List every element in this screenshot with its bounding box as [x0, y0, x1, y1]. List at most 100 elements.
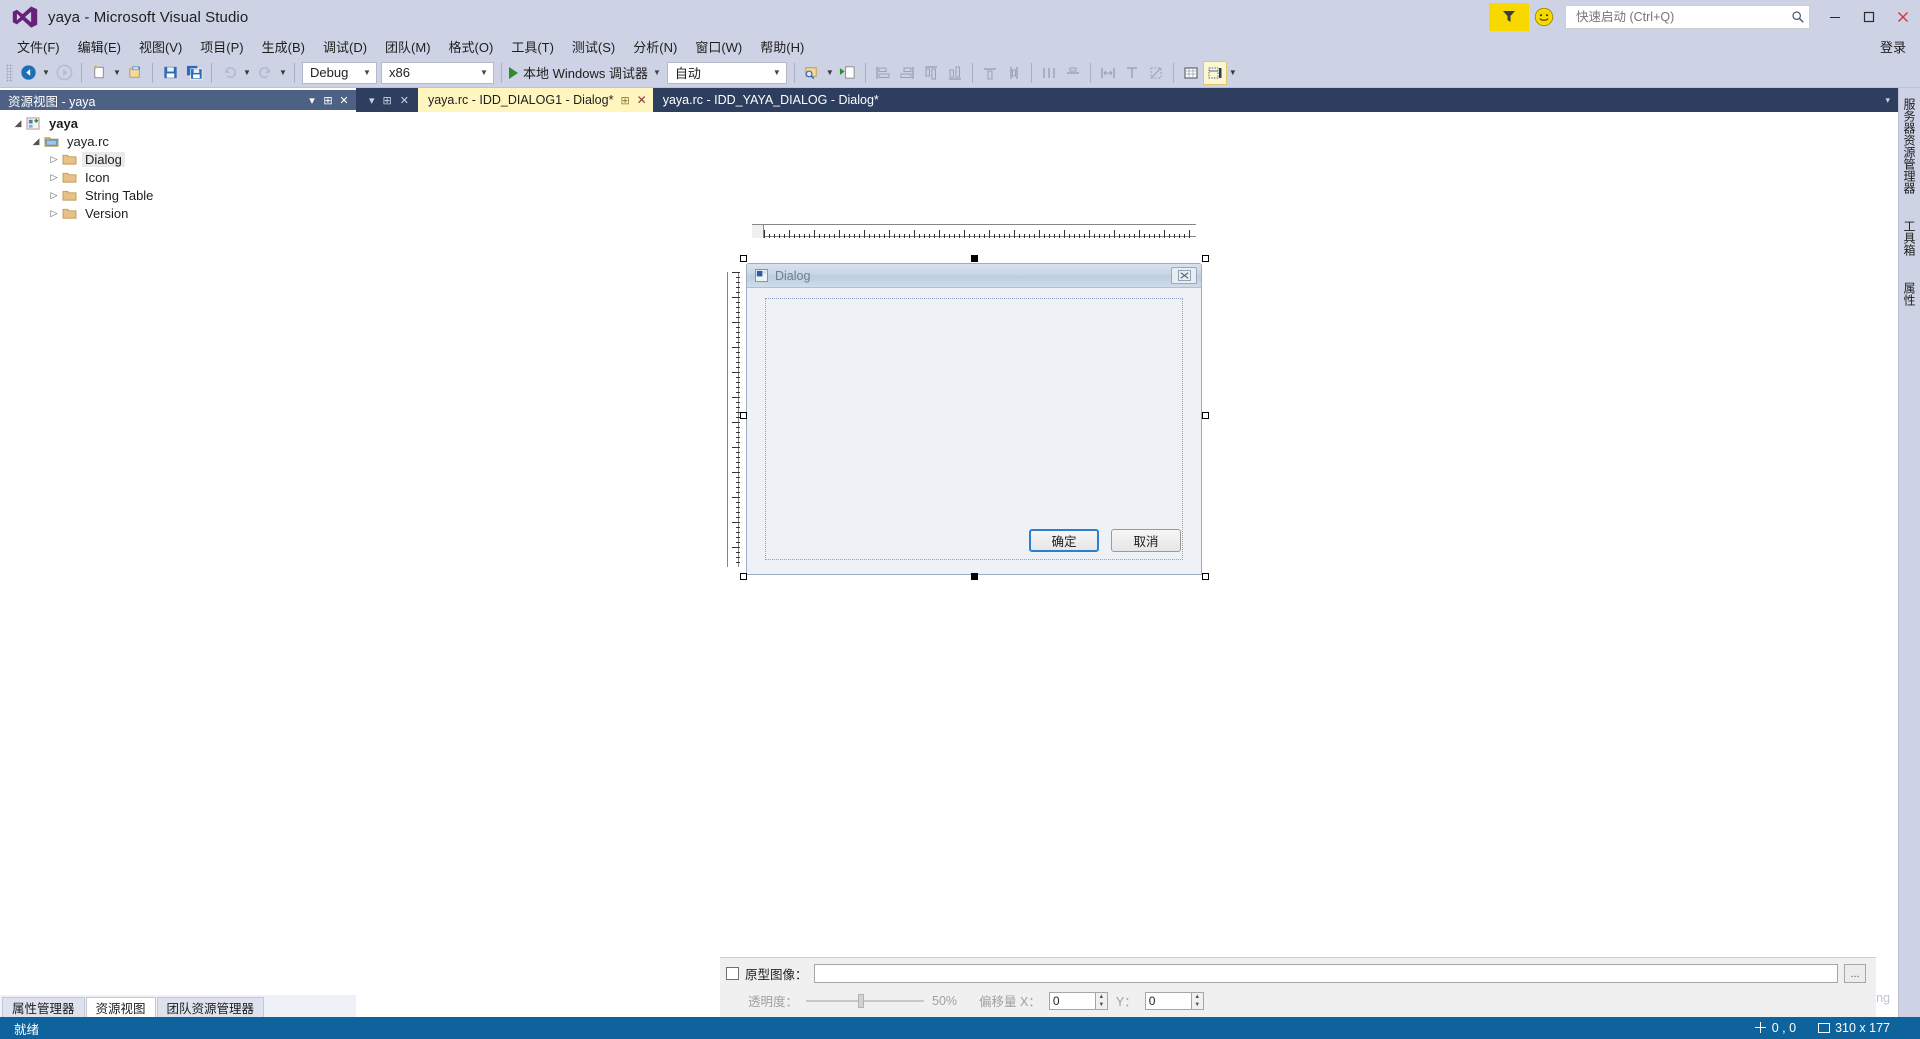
expander-icon[interactable]: ▷: [46, 172, 62, 183]
quick-launch-box[interactable]: [1565, 5, 1810, 29]
spin-down-icon[interactable]: ▼: [1192, 1001, 1203, 1009]
size-to-content-button[interactable]: [1120, 61, 1144, 85]
chevron-down-icon[interactable]: ▾: [304, 92, 320, 108]
menu-team[interactable]: 团队(M): [376, 34, 440, 59]
space-vertically-button[interactable]: [1002, 61, 1026, 85]
menu-tools[interactable]: 工具(T): [502, 34, 563, 59]
offset-x-input[interactable]: [1048, 991, 1095, 1010]
tab-order-button[interactable]: [1202, 60, 1227, 85]
maximize-button[interactable]: [1852, 0, 1886, 34]
dialog-preview[interactable]: Dialog 确定 取消: [746, 263, 1202, 575]
prototype-image-checkbox[interactable]: [726, 967, 739, 980]
offset-y-stepper[interactable]: ▲▼: [1144, 991, 1204, 1010]
expander-icon[interactable]: ◢: [28, 136, 44, 147]
menu-test[interactable]: 测试(S): [563, 34, 624, 59]
space-horizontally-button[interactable]: [1037, 61, 1061, 85]
redo-dropdown[interactable]: ▼: [277, 61, 289, 85]
center-vertically-button[interactable]: [1061, 61, 1085, 85]
tab-resource-view[interactable]: 资源视图: [85, 997, 156, 1017]
tab-property-manager[interactable]: 属性管理器: [2, 997, 85, 1017]
offset-y-input[interactable]: [1144, 991, 1191, 1010]
redo-button[interactable]: [253, 61, 277, 85]
resize-handle-bottom-right[interactable]: [1202, 573, 1209, 580]
chevron-down-icon[interactable]: ▼: [653, 68, 661, 77]
make-same-width-button[interactable]: [1096, 61, 1120, 85]
close-icon[interactable]: ✕: [397, 94, 412, 107]
solution-configuration-combo[interactable]: Debug ▼: [302, 61, 377, 84]
close-icon[interactable]: ✕: [336, 92, 352, 108]
toggle-grid-button[interactable]: [1179, 61, 1203, 85]
menu-window[interactable]: 窗口(W): [686, 34, 751, 59]
menu-build[interactable]: 生成(B): [253, 34, 314, 59]
send-feedback-icon[interactable]: [1533, 6, 1555, 28]
document-tab-idd-dialog1[interactable]: yaya.rc - IDD_DIALOG1 - Dialog* ⊞ ✕: [417, 88, 653, 112]
menu-help[interactable]: 帮助(H): [751, 34, 813, 59]
resize-handle-middle-right[interactable]: [1202, 412, 1209, 419]
close-icon[interactable]: ✕: [637, 93, 647, 107]
pin-icon[interactable]: ⊞: [620, 94, 629, 107]
spin-up-icon[interactable]: ▲: [1192, 993, 1203, 1001]
navigate-back-button[interactable]: [16, 61, 40, 85]
menu-debug[interactable]: 调试(D): [314, 34, 376, 59]
quick-launch-input[interactable]: [1574, 9, 1791, 25]
menu-edit[interactable]: 编辑(E): [69, 34, 130, 59]
tree-item-dialog[interactable]: ▷ Dialog: [0, 150, 356, 168]
tree-item-version[interactable]: ▷ Version: [0, 204, 356, 222]
slider-thumb[interactable]: [858, 993, 865, 1008]
prototype-image-path-input[interactable]: [813, 964, 1838, 983]
expander-icon[interactable]: ▷: [46, 154, 62, 165]
vertical-tab-server-explorer[interactable]: 服务器资源管理器: [1899, 92, 1920, 200]
expander-icon[interactable]: ◢: [10, 118, 26, 129]
align-lefts-button[interactable]: [871, 61, 895, 85]
resize-handle-top-right[interactable]: [1202, 255, 1209, 262]
undo-button[interactable]: [217, 61, 241, 85]
spin-down-icon[interactable]: ▼: [1096, 1001, 1107, 1009]
center-horizontally-button[interactable]: [978, 61, 1002, 85]
resize-handle-bottom-left[interactable]: [740, 573, 747, 580]
menu-analyze[interactable]: 分析(N): [624, 34, 686, 59]
tab-order-dropdown[interactable]: ▼: [1227, 61, 1239, 85]
offset-y-spin-buttons[interactable]: ▲ ▼: [1190, 991, 1204, 1010]
tree-item-icon[interactable]: ▷ Icon: [0, 168, 356, 186]
tree-item-yaya-rc[interactable]: ◢ yaya.rc: [0, 132, 356, 150]
chevron-down-icon[interactable]: ▾: [366, 94, 378, 107]
undo-dropdown[interactable]: ▼: [241, 61, 253, 85]
menu-view[interactable]: 视图(V): [130, 34, 191, 59]
start-debug-window-button[interactable]: [836, 61, 860, 85]
dialog-design-surface[interactable]: Dialog 确定 取消 原型图像： ... 透明度： 50% 偏移量 X： 0…: [356, 112, 1898, 1017]
close-window-button[interactable]: [1886, 0, 1920, 34]
cancel-button[interactable]: 取消: [1111, 529, 1181, 552]
new-item-button[interactable]: [87, 61, 111, 85]
resize-handle-top-center[interactable]: [971, 255, 978, 262]
solution-platform-combo[interactable]: x86 ▼: [381, 61, 494, 84]
sign-in-link[interactable]: 登录: [1880, 37, 1914, 56]
pin-icon[interactable]: ⊞: [320, 92, 336, 108]
save-button[interactable]: [158, 61, 182, 85]
offset-x-stepper[interactable]: ▲▼: [1048, 991, 1108, 1010]
menu-format[interactable]: 格式(O): [440, 34, 503, 59]
new-item-dropdown[interactable]: ▼: [111, 61, 123, 85]
tab-team-explorer[interactable]: 团队资源管理器: [156, 997, 265, 1017]
minimize-button[interactable]: [1818, 0, 1852, 34]
dialog-close-button[interactable]: [1171, 267, 1197, 284]
pin-icon[interactable]: ⊞: [380, 94, 395, 107]
transparency-slider[interactable]: [806, 993, 925, 1009]
ok-button[interactable]: 确定: [1029, 529, 1099, 552]
notifications-button[interactable]: [1489, 3, 1529, 31]
tree-item-string-table[interactable]: ▷ String Table: [0, 186, 356, 204]
dialog-client-area[interactable]: 确定 取消: [747, 288, 1201, 574]
navigate-forward-button[interactable]: [52, 61, 76, 85]
resize-handle-middle-left[interactable]: [740, 412, 747, 419]
vertical-tab-toolbox[interactable]: 工具箱: [1899, 214, 1920, 262]
expander-icon[interactable]: ▷: [46, 190, 62, 201]
spin-up-icon[interactable]: ▲: [1096, 993, 1107, 1001]
debug-mode-combo[interactable]: 自动 ▼: [666, 61, 787, 84]
save-all-button[interactable]: [182, 61, 206, 85]
find-in-files-button[interactable]: [800, 61, 824, 85]
menu-file[interactable]: 文件(F): [8, 34, 69, 59]
resize-handle-bottom-center[interactable]: [971, 573, 978, 580]
expander-icon[interactable]: ▷: [46, 208, 62, 219]
tree-item-yaya[interactable]: ◢ yaya: [0, 114, 356, 132]
chevron-down-icon[interactable]: ▾: [1885, 95, 1890, 106]
align-tops-button[interactable]: [919, 61, 943, 85]
